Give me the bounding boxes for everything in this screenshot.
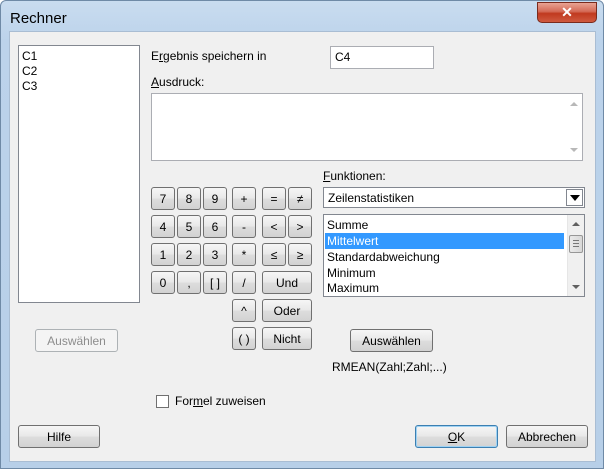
function-syntax: RMEAN(Zahl;Zahl;...) bbox=[332, 360, 447, 374]
scroll-up-icon[interactable] bbox=[570, 102, 578, 106]
key-greater-equal[interactable]: ≥ bbox=[288, 243, 312, 266]
ok-button[interactable]: OK bbox=[415, 425, 498, 448]
store-result-field[interactable]: C4 bbox=[330, 46, 434, 69]
key-multiply[interactable]: * bbox=[232, 243, 256, 266]
column-select-button[interactable]: Auswählen bbox=[35, 329, 118, 352]
function-category-dropdown[interactable]: Zeilenstatistiken bbox=[323, 187, 585, 208]
list-item[interactable]: C2 bbox=[22, 64, 37, 78]
key-greater-than[interactable]: > bbox=[288, 215, 312, 238]
list-item-selected[interactable]: Mittelwert bbox=[325, 233, 564, 249]
expression-textarea[interactable] bbox=[151, 93, 583, 161]
list-item[interactable]: Maximum bbox=[325, 281, 564, 295]
key-comma[interactable]: , bbox=[177, 271, 201, 294]
key-2[interactable]: 2 bbox=[177, 243, 201, 266]
key-parentheses[interactable]: ( ) bbox=[232, 327, 256, 350]
list-item[interactable]: Standardabweichung bbox=[325, 249, 564, 265]
help-button[interactable]: Hilfe bbox=[18, 425, 100, 448]
scroll-up-icon[interactable] bbox=[572, 222, 580, 226]
key-9[interactable]: 9 bbox=[203, 187, 227, 210]
key-0[interactable]: 0 bbox=[151, 271, 175, 294]
key-plus[interactable]: + bbox=[232, 187, 256, 210]
key-divide[interactable]: / bbox=[232, 271, 256, 294]
function-list[interactable]: Summe Mittelwert Standardabweichung Mini… bbox=[323, 214, 585, 297]
expression-label: Ausdruck: bbox=[151, 75, 205, 89]
scroll-down-icon[interactable] bbox=[572, 285, 580, 289]
function-select-button[interactable]: Auswählen bbox=[350, 329, 433, 352]
assign-formula-label[interactable]: Formel zuweisen bbox=[175, 394, 266, 408]
key-3[interactable]: 3 bbox=[203, 243, 227, 266]
dropdown-button[interactable] bbox=[566, 189, 583, 206]
functions-label: Funktionen: bbox=[323, 169, 386, 183]
key-4[interactable]: 4 bbox=[151, 215, 175, 238]
function-list-scrollbar[interactable] bbox=[567, 215, 584, 296]
key-brackets[interactable]: [ ] bbox=[203, 271, 227, 294]
key-1[interactable]: 1 bbox=[151, 243, 175, 266]
key-7[interactable]: 7 bbox=[151, 187, 175, 210]
key-6[interactable]: 6 bbox=[203, 215, 227, 238]
close-icon: ✕ bbox=[561, 4, 573, 20]
key-5[interactable]: 5 bbox=[177, 215, 201, 238]
column-list[interactable]: C1 C2 C3 bbox=[18, 45, 140, 303]
scroll-thumb[interactable] bbox=[569, 235, 583, 253]
key-und[interactable]: Und bbox=[262, 271, 312, 294]
key-nicht[interactable]: Nicht bbox=[262, 327, 312, 350]
key-minus[interactable]: - bbox=[232, 215, 256, 238]
key-oder[interactable]: Oder bbox=[262, 299, 312, 322]
key-less-than[interactable]: < bbox=[262, 215, 286, 238]
key-equals[interactable]: = bbox=[262, 187, 286, 210]
expression-scrollbar[interactable] bbox=[565, 94, 582, 160]
list-item[interactable]: C3 bbox=[22, 79, 37, 93]
list-item[interactable]: C1 bbox=[22, 49, 37, 63]
window-title: Rechner bbox=[10, 10, 67, 27]
assign-formula-checkbox[interactable] bbox=[156, 395, 169, 408]
list-item[interactable]: Minimum bbox=[325, 265, 564, 281]
cancel-button[interactable]: Abbrechen bbox=[506, 425, 588, 448]
title-bar: Rechner ✕ bbox=[1, 1, 603, 35]
scroll-down-icon[interactable] bbox=[570, 148, 578, 152]
key-less-equal[interactable]: ≤ bbox=[262, 243, 286, 266]
close-button[interactable]: ✕ bbox=[537, 2, 597, 23]
function-category-value: Zeilenstatistiken bbox=[328, 191, 415, 205]
key-8[interactable]: 8 bbox=[177, 187, 201, 210]
calculator-dialog: Rechner ✕ C1 C2 C3 Auswählen Ergebnis sp… bbox=[0, 0, 604, 469]
store-result-label: Ergebnis speichern in bbox=[151, 49, 267, 63]
dialog-client-area: C1 C2 C3 Auswählen Ergebnis speichern in… bbox=[9, 31, 596, 462]
chevron-down-icon bbox=[570, 195, 580, 201]
list-item[interactable]: Summe bbox=[325, 217, 564, 233]
key-not-equal[interactable]: ≠ bbox=[288, 187, 312, 210]
key-caret[interactable]: ^ bbox=[232, 299, 256, 322]
